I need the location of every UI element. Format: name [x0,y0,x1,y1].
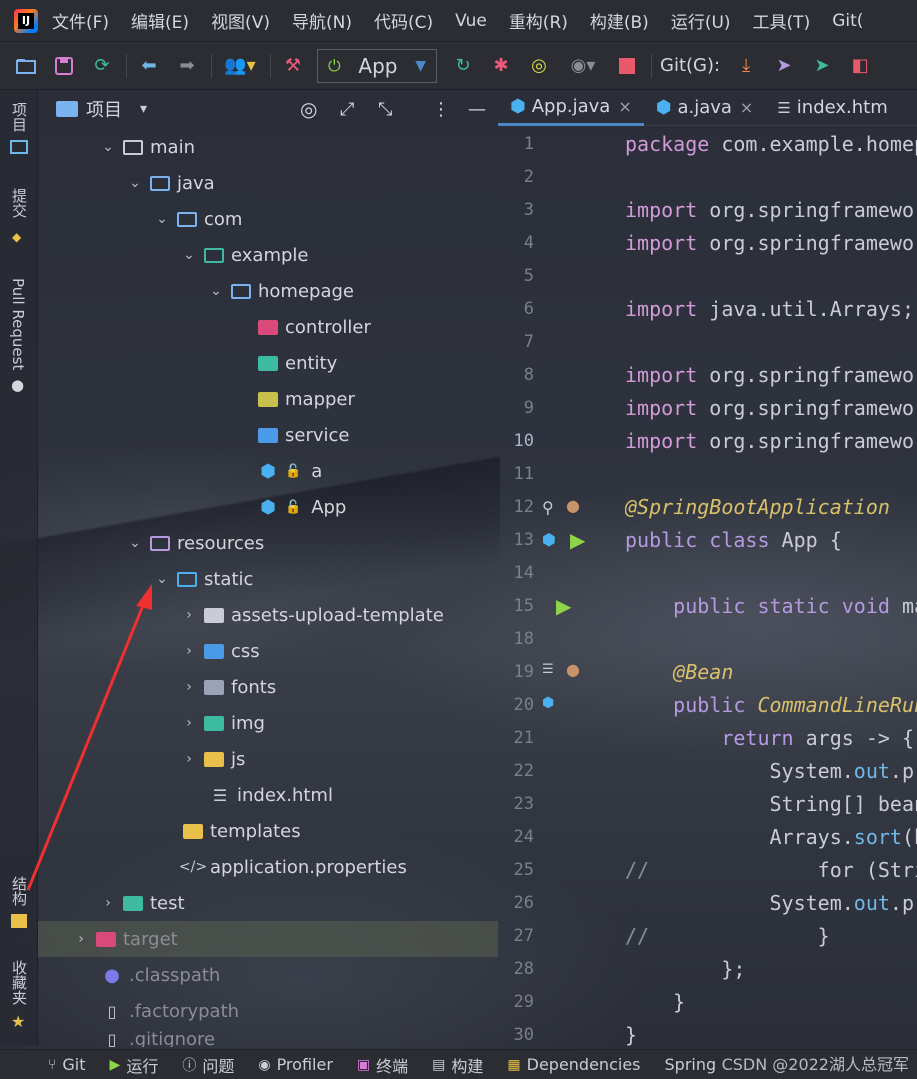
line-number: 3 [523,200,534,220]
line-number: 28 [513,959,534,979]
csdn-watermark: CSDN @2022湖人总冠军 [721,1055,909,1074]
line-number: 22 [513,761,534,781]
html-file-icon: ☰ [777,98,791,117]
line-number: 18 [513,629,534,649]
code-line: System.out.println( [625,891,917,915]
git-branch-icon: ⑂ [48,1056,57,1073]
editor-tabs: ⬢ App.java × ⬢ a.java × ☰ index.htm [498,90,917,126]
tab-label: a.java [677,97,732,118]
build-icon: ▤ [432,1056,446,1073]
tab-label: App.java [531,95,611,117]
tool-label: 问题 [202,1056,235,1076]
code-line: System.out.println( [625,759,917,783]
line-number: 21 [513,728,534,748]
spring-boot-icon[interactable]: ⬢ [542,530,556,549]
spring-bean-icon[interactable]: ● [566,660,580,679]
tool-profiler[interactable]: ◉ Profiler [258,1055,333,1074]
tool-spring[interactable]: Spring [665,1055,717,1074]
code-line: // } [625,924,830,948]
code-line: public class App { [625,528,842,552]
editor-gutter: 1 2 3 4 5 6 7 8 9 10 11 12 13 14 15 18 1… [498,128,618,1048]
run-gutter-icon[interactable]: ▶ [570,528,585,552]
code-line: @Bean [673,660,734,684]
line-number: 4 [523,233,534,253]
code-line: import org.springframework.context.annot… [625,429,917,453]
line-number: 11 [513,464,534,484]
line-number: 25 [513,860,534,880]
line-number: 15 [513,596,534,616]
java-class-icon: ⬢ [655,97,672,118]
line-number: 6 [523,299,534,319]
run-gutter-icon[interactable]: ▶ [556,594,571,618]
line-number: 8 [523,365,534,385]
terminal-icon: ▣ [356,1056,371,1073]
code-line: } [625,990,686,1014]
line-number: 24 [513,827,534,847]
tool-git[interactable]: ⑂ Git [48,1055,86,1074]
tool-label: Spring [664,1055,717,1074]
code-line: return args -> { [721,726,914,750]
close-icon[interactable]: × [618,97,631,116]
code-editor[interactable]: package com.example.homepage; import org… [625,128,917,1048]
code-line: String[] beanNames [769,792,917,816]
line-number: 9 [523,398,534,418]
line-number: 13 [513,530,534,550]
dependencies-icon: ▦ [507,1056,521,1073]
code-line: import org.springframework.boot.SpringAp… [625,198,917,222]
line-number: 29 [513,992,534,1012]
code-line: import java.util.Arrays; [625,297,914,321]
tool-build[interactable]: ▤ 构建 [432,1053,483,1077]
code-line: }; [625,957,746,981]
code-line: public static void main(String[] args) [673,594,917,618]
line-number: 10 [513,431,534,451]
search-icon[interactable]: ⚲ [542,498,554,517]
tab-label: index.htm [796,97,888,118]
spring-boot-class-icon: ⬢ [510,95,526,117]
tool-label: 构建 [451,1056,484,1076]
line-number: 19 [513,662,534,682]
line-number: 14 [513,563,534,583]
code-line: public CommandLineRunner commandLineRunn… [673,693,917,717]
tool-label: Profiler [276,1055,333,1074]
tool-problems[interactable]: ⓘ 问题 [182,1053,234,1077]
code-line: import org.springframework.boot.CommandL… [625,363,917,387]
tab-a-java[interactable]: ⬢ a.java × [644,90,766,126]
code-line: package com.example.homepage; [625,132,917,156]
line-number: 5 [523,266,534,286]
tool-dependencies[interactable]: ▦ Dependencies [507,1055,640,1074]
code-line: Arrays.sort(beanNames); [625,825,917,849]
tool-label: Dependencies [526,1055,641,1074]
close-icon[interactable]: × [740,98,753,117]
line-number: 30 [513,1025,534,1045]
code-line: import org.springframework.context.Appli… [625,396,917,420]
tab-app-java[interactable]: ⬢ App.java × [498,90,644,126]
line-number: 23 [513,794,534,814]
tab-index-html[interactable]: ☰ index.htm [765,90,899,126]
line-number: 20 [513,695,534,715]
bean-list-icon[interactable]: ☰ [542,662,554,677]
tool-label: 终端 [376,1056,409,1076]
line-number: 2 [523,167,534,187]
line-number: 12 [513,497,534,517]
tool-terminal[interactable]: ▣ 终端 [357,1053,408,1077]
info-icon: ⓘ [182,1057,197,1074]
tool-label: 运行 [126,1056,159,1076]
tool-run[interactable]: ▶ 运行 [110,1053,159,1077]
code-line: @SpringBootApplication [625,495,890,519]
tool-label: Git [62,1055,86,1074]
line-number: 1 [523,134,534,154]
run-icon: ▶ [109,1056,121,1073]
profiler-icon: ◉ [258,1056,271,1073]
line-number: 26 [513,893,534,913]
code-line: } [625,1023,638,1047]
line-number: 7 [523,332,534,352]
spring-boot-icon[interactable]: ⬢ [542,695,554,711]
line-number: 27 [513,926,534,946]
code-line: import org.springframework.boot.autoconf… [625,231,917,255]
spring-bean-icon[interactable]: ● [566,496,580,515]
code-line: // for (String beanName [625,858,917,882]
